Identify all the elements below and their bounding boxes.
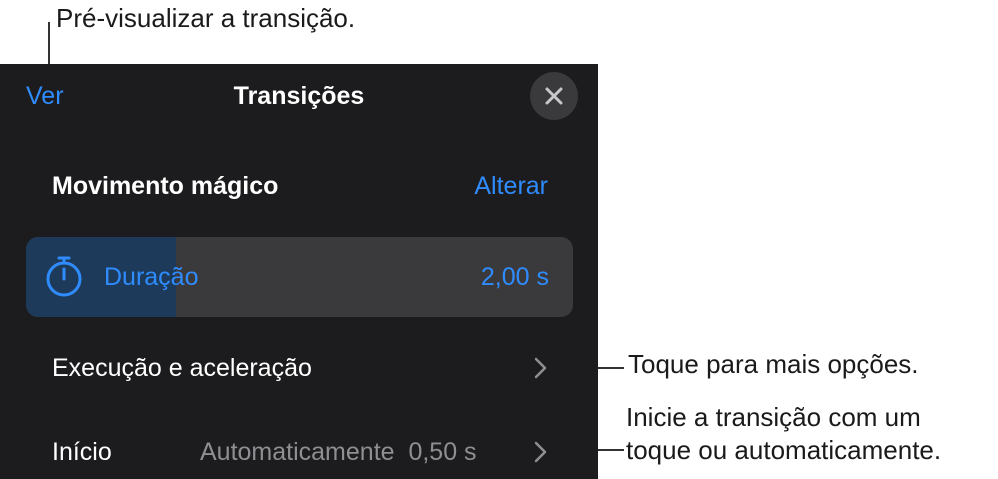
callout-start-line1: Inicie a transição com um (626, 402, 921, 432)
callout-more-options: Toque para mais opções. (628, 349, 919, 379)
change-transition-button[interactable]: Alterar (474, 170, 548, 202)
duration-slider[interactable]: Duração 2,00 s (26, 237, 573, 317)
chevron-right-icon[interactable] (530, 356, 550, 380)
start-delay: 0,50 s (408, 438, 477, 466)
transition-name: Movimento mágico (52, 172, 279, 200)
start-mode: Automaticamente (200, 438, 395, 466)
callout-preview: Pré-visualizar a transição. (56, 3, 356, 33)
close-icon (545, 87, 563, 105)
start-row-label[interactable]: Início (52, 436, 112, 468)
start-value: Automaticamente 0,50 s (200, 436, 477, 468)
delivery-row[interactable]: Execução e aceleração (52, 352, 312, 384)
duration-label: Duração (104, 263, 199, 291)
chevron-right-icon[interactable] (530, 440, 550, 464)
transitions-panel: Ver Transições Movimento mágico Alterar … (0, 64, 598, 479)
callout-start-line2: toque ou automaticamente. (626, 435, 942, 465)
stopwatch-icon (46, 256, 82, 297)
panel-title: Transições (233, 82, 365, 110)
close-button[interactable] (530, 72, 578, 120)
duration-value: 2,00 s (480, 263, 549, 291)
